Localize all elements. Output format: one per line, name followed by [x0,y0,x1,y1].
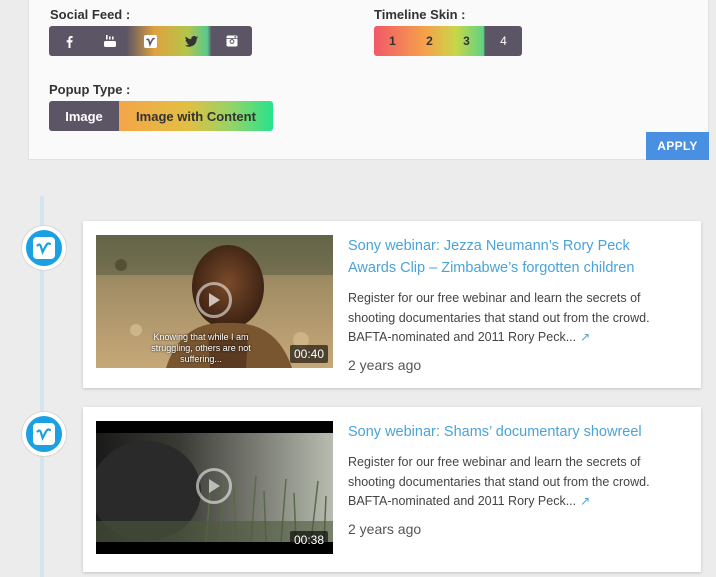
video-duration: 00:40 [289,345,328,363]
play-icon[interactable] [196,468,232,504]
skin-option-3[interactable]: 3 [448,26,485,56]
feed-item-title[interactable]: Sony webinar: Shams’ documentary showree… [348,421,668,443]
social-feed-label: Social Feed : [50,7,131,22]
play-icon[interactable] [196,282,232,318]
feed-item-time: 2 years ago [348,357,422,373]
feed-item-title[interactable]: Sony webinar: Jezza Neumann’s Rory Peck … [348,235,668,279]
twitter-button[interactable] [171,26,212,56]
twitter-icon [184,35,198,47]
feed-item-description: Register for our free webinar and learn … [348,289,678,348]
popup-type-label: Popup Type : [49,82,131,97]
feed-item-description-text: Register for our free webinar and learn … [348,455,650,508]
social-feed-selector [49,26,252,56]
youtube-icon [103,35,116,47]
feed-item-description-text: Register for our free webinar and learn … [348,291,650,344]
settings-panel [28,0,709,160]
video-duration: 00:38 [289,531,328,549]
feed-card: Knowing that while I am struggling, othe… [83,221,701,388]
timeline-skin-selector: 1 2 3 4 [374,26,522,56]
vimeo-icon [33,237,55,259]
vimeo-icon [33,423,55,445]
apply-button[interactable]: APPLY [646,132,709,160]
vimeo-button[interactable] [130,26,171,56]
instagram-button[interactable] [211,26,252,56]
facebook-icon [66,35,73,48]
video-thumbnail[interactable]: 00:38 [96,421,333,554]
instagram-icon [226,35,238,47]
skin-option-2[interactable]: 2 [411,26,448,56]
feed-card: 00:38 Sony webinar: Shams’ documentary s… [83,407,701,572]
video-subtitle: Knowing that while I am struggling, othe… [151,332,251,364]
external-link-icon[interactable]: ↗ [580,330,590,344]
skin-option-1[interactable]: 1 [374,26,411,56]
feed-item-description: Register for our free webinar and learn … [348,453,678,512]
video-thumbnail[interactable]: Knowing that while I am struggling, othe… [96,235,333,368]
popup-type-selector: Image Image with Content [49,101,273,131]
external-link-icon[interactable]: ↗ [580,494,590,508]
skin-option-4[interactable]: 4 [485,26,522,56]
vimeo-icon [143,34,157,48]
popup-option-image[interactable]: Image [49,101,119,131]
timeline-skin-label: Timeline Skin : [374,7,466,22]
youtube-button[interactable] [90,26,131,56]
timeline-source-badge [22,226,66,270]
feed-item-time: 2 years ago [348,521,422,537]
facebook-button[interactable] [49,26,90,56]
timeline-source-badge [22,412,66,456]
popup-option-image-with-content[interactable]: Image with Content [119,101,273,131]
